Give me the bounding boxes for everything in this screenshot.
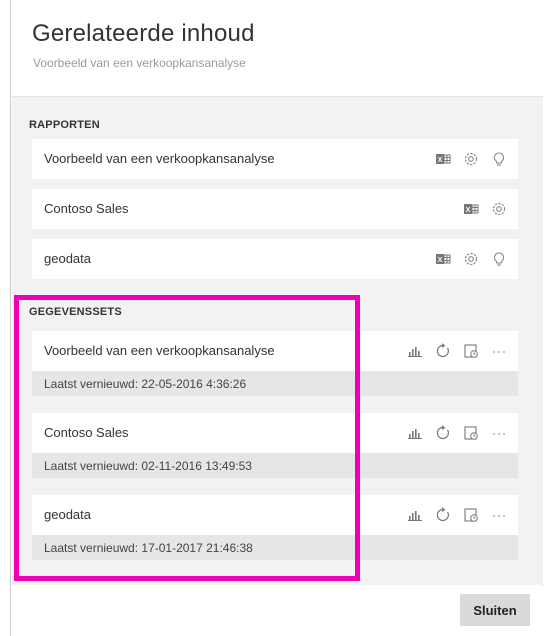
- excel-icon[interactable]: X: [434, 150, 452, 168]
- svg-text:X: X: [466, 207, 471, 214]
- last-refreshed-text: Laatst vernieuwd: 17-01-2017 21:46:38: [44, 541, 253, 555]
- dataset-item[interactable]: Contoso Sales Laatst vernieuwd: 02-11-20…: [32, 413, 518, 478]
- dataset-row[interactable]: Voorbeeld van een verkoopkansanalyse: [32, 331, 518, 371]
- report-item[interactable]: Voorbeeld van een verkoopkansanalyse X: [32, 139, 518, 179]
- reports-heading: RAPPORTEN: [29, 119, 100, 131]
- schedule-refresh-icon[interactable]: [462, 424, 480, 442]
- excel-icon[interactable]: X: [462, 200, 480, 218]
- schedule-refresh-icon[interactable]: [462, 506, 480, 524]
- dataset-item[interactable]: Voorbeeld van een verkoopkansanalyse Laa…: [32, 331, 518, 396]
- related-content-panel: Gerelateerde inhoud Voorbeeld van een ve…: [10, 0, 543, 636]
- dataset-row[interactable]: geodata: [32, 495, 518, 535]
- dataset-actions: [406, 341, 508, 361]
- datasets-heading: GEGEVENSSETS: [29, 306, 122, 318]
- gear-icon[interactable]: [490, 200, 508, 218]
- dataset-name[interactable]: geodata: [44, 507, 91, 522]
- svg-text:X: X: [438, 157, 443, 164]
- panel-header: Gerelateerde inhoud Voorbeeld van een ve…: [12, 0, 543, 97]
- more-options-icon[interactable]: [490, 424, 508, 442]
- refresh-icon[interactable]: [434, 424, 452, 442]
- schedule-refresh-icon[interactable]: [462, 342, 480, 360]
- dataset-name[interactable]: Contoso Sales: [44, 425, 129, 440]
- panel-footer: Sluiten: [12, 586, 543, 636]
- excel-icon[interactable]: X: [434, 250, 452, 268]
- dataset-refreshed-bar: Laatst vernieuwd: 17-01-2017 21:46:38: [32, 535, 518, 560]
- gear-icon[interactable]: [462, 250, 480, 268]
- panel-subtitle: Voorbeeld van een verkoopkansanalyse: [33, 56, 246, 70]
- report-actions: X: [434, 149, 508, 169]
- dataset-name[interactable]: Voorbeeld van een verkoopkansanalyse: [44, 343, 275, 358]
- report-item[interactable]: Contoso Sales X: [32, 189, 518, 229]
- last-refreshed-text: Laatst vernieuwd: 22-05-2016 4:36:26: [44, 377, 247, 391]
- dataset-refreshed-bar: Laatst vernieuwd: 02-11-2016 13:49:53: [32, 453, 518, 478]
- more-options-icon[interactable]: [490, 506, 508, 524]
- svg-text:X: X: [438, 257, 443, 264]
- dataset-actions: [406, 423, 508, 443]
- create-report-icon[interactable]: [406, 424, 424, 442]
- dataset-refreshed-bar: Laatst vernieuwd: 22-05-2016 4:36:26: [32, 371, 518, 396]
- report-name[interactable]: geodata: [44, 251, 91, 266]
- lightbulb-icon[interactable]: [490, 150, 508, 168]
- lightbulb-icon[interactable]: [490, 250, 508, 268]
- close-button[interactable]: Sluiten: [460, 594, 530, 626]
- dataset-row[interactable]: Contoso Sales: [32, 413, 518, 453]
- gear-icon[interactable]: [462, 150, 480, 168]
- last-refreshed-text: Laatst vernieuwd: 02-11-2016 13:49:53: [44, 459, 252, 473]
- dataset-item[interactable]: geodata Laatst vernieuwd: 17-01-2017 21:…: [32, 495, 518, 560]
- more-options-icon[interactable]: [490, 342, 508, 360]
- panel-title: Gerelateerde inhoud: [32, 20, 255, 47]
- report-actions: X: [462, 199, 508, 219]
- refresh-icon[interactable]: [434, 506, 452, 524]
- dataset-actions: [406, 505, 508, 525]
- report-item[interactable]: geodata X: [32, 239, 518, 279]
- panel-content[interactable]: RAPPORTEN Voorbeeld van een verkoopkansa…: [12, 97, 543, 585]
- report-name[interactable]: Contoso Sales: [44, 201, 129, 216]
- create-report-icon[interactable]: [406, 342, 424, 360]
- create-report-icon[interactable]: [406, 506, 424, 524]
- report-actions: X: [434, 249, 508, 269]
- report-name[interactable]: Voorbeeld van een verkoopkansanalyse: [44, 151, 275, 166]
- refresh-icon[interactable]: [434, 342, 452, 360]
